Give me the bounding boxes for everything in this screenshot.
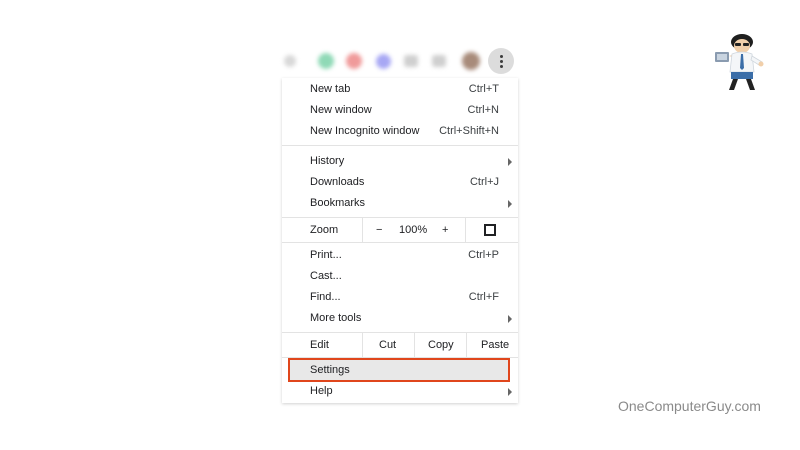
edit-row: Edit Cut Copy Paste [282,333,518,357]
menu-item-label: Settings [310,364,350,376]
more-menu-icon[interactable] [488,48,514,74]
zoom-level: 100% [399,224,428,236]
zoom-row: Zoom − 100% + [282,218,518,242]
zoom-in-button[interactable]: + [442,218,448,242]
edit-divider [362,333,363,357]
menu-item-shortcut: Ctrl+N [467,104,499,116]
edit-divider [466,333,467,357]
extension-icon [346,53,362,69]
menu-item-new-window[interactable]: New window Ctrl+N [282,100,518,121]
menu-item-label: Print... [310,249,342,261]
menu-item-cast[interactable]: Cast... [282,266,518,287]
extension-icon [284,55,296,67]
submenu-arrow-icon [508,388,512,396]
extension-icon [404,55,418,67]
submenu-arrow-icon [508,315,512,323]
profile-avatar[interactable] [462,52,480,70]
chrome-main-menu: New tab Ctrl+T New window Ctrl+N New Inc… [282,78,518,403]
edit-label: Edit [310,339,329,351]
menu-item-shortcut: Ctrl+T [468,83,499,95]
edit-divider [414,333,415,357]
menu-item-label: Help [310,385,333,397]
menu-item-new-tab[interactable]: New tab Ctrl+T [282,79,518,100]
zoom-divider [362,218,363,242]
menu-item-help[interactable]: Help [282,381,518,402]
paste-button[interactable]: Paste [481,333,509,357]
menu-item-label: Cast... [310,270,342,282]
menu-divider [282,145,518,146]
watermark-text: OneComputerGuy.com [618,398,761,414]
submenu-arrow-icon [508,158,512,166]
menu-item-new-incognito-window[interactable]: New Incognito window Ctrl+Shift+N [282,121,518,142]
zoom-divider [465,218,466,242]
zoom-label: Zoom [310,224,339,236]
menu-item-label: Find... [310,291,341,303]
menu-item-shortcut: Ctrl+P [468,249,499,261]
menu-item-bookmarks[interactable]: Bookmarks [282,193,518,214]
menu-item-label: Downloads [310,176,365,188]
mascot-logo-icon [715,34,764,90]
browser-toolbar [282,44,518,78]
submenu-arrow-icon [508,200,512,208]
menu-item-shortcut: Ctrl+J [469,176,499,188]
menu-divider [282,242,518,243]
fullscreen-icon[interactable] [484,224,496,236]
extension-icon [318,53,334,69]
menu-item-history[interactable]: History [282,151,518,172]
menu-item-label: New Incognito window [310,125,420,137]
cut-button[interactable]: Cut [379,333,396,357]
menu-item-label: History [310,155,345,167]
menu-item-print[interactable]: Print... Ctrl+P [282,245,518,266]
menu-item-shortcut: Ctrl+Shift+N [439,125,499,137]
menu-item-settings[interactable]: Settings [282,360,518,381]
menu-item-shortcut: Ctrl+F [468,291,499,303]
menu-item-label: New tab [310,83,351,95]
menu-item-more-tools[interactable]: More tools [282,308,518,329]
extension-icon [432,55,446,67]
menu-item-downloads[interactable]: Downloads Ctrl+J [282,172,518,193]
menu-item-label: More tools [310,312,362,324]
zoom-out-button[interactable]: − [376,218,382,242]
copy-button[interactable]: Copy [428,333,454,357]
menu-item-find[interactable]: Find... Ctrl+F [282,287,518,308]
menu-item-label: New window [310,104,372,116]
extension-icon [376,54,391,69]
menu-item-label: Bookmarks [310,197,366,209]
